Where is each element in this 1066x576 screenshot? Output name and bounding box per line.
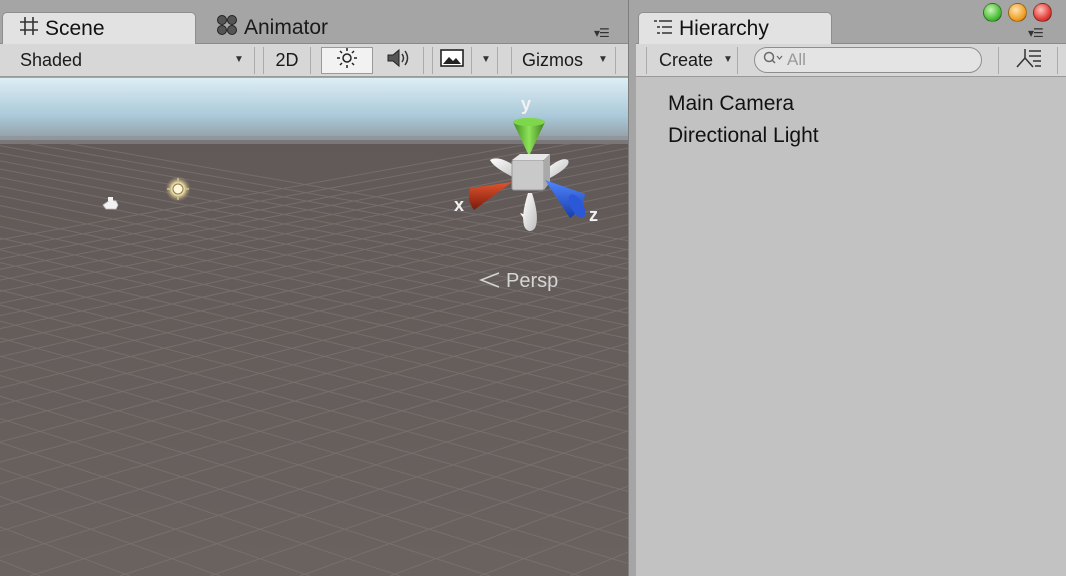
gizmos-label: Gizmos (522, 50, 584, 70)
tab-animator-label: Animator (244, 16, 329, 39)
hierarchy-toolbar: Create ▼ (636, 44, 1066, 77)
hierarchy-panel: Hierarchy ▾☰ Create ▼ Main Camera Direct… (636, 0, 1066, 576)
hierarchy-filter-icon (1013, 46, 1043, 75)
mode-2d-button[interactable]: 2D (263, 47, 311, 74)
panel-menu-icon[interactable]: ▾☰ (594, 26, 610, 40)
scene-tabbar: Scene Animator ▾☰ (0, 0, 628, 44)
scene-lighting-toggle[interactable] (321, 47, 373, 74)
sun-icon (336, 47, 358, 74)
zoom-window-button[interactable] (983, 3, 1002, 22)
hierarchy-tabbar: Hierarchy ▾☰ (636, 0, 1066, 44)
mode-2d-label: 2D (275, 50, 299, 70)
chevron-down-icon: ▼ (723, 54, 733, 65)
search-field[interactable] (754, 47, 982, 73)
list-icon (653, 17, 673, 41)
hierarchy-item-main-camera[interactable]: Main Camera (668, 90, 819, 122)
hierarchy-list: Main Camera Directional Light (668, 90, 819, 154)
image-icon (440, 48, 464, 73)
scene-filter-button[interactable] (998, 47, 1058, 74)
axis-x-label: x (454, 195, 464, 215)
grid-icon (19, 16, 39, 42)
close-window-button[interactable] (1033, 3, 1052, 22)
gizmos-dropdown[interactable]: Gizmos ▼ (511, 47, 616, 74)
scene-toolbar: Shaded ▼ 2D ▼ Gizmos ▼ (0, 44, 628, 77)
minimize-window-button[interactable] (1008, 3, 1027, 22)
projection-label: Persp (506, 270, 558, 292)
panel-splitter[interactable] (628, 0, 636, 576)
animator-icon (216, 14, 238, 42)
tab-hierarchy-label: Hierarchy (679, 16, 769, 40)
speaker-icon (386, 47, 412, 74)
search-icon (763, 50, 783, 70)
chevron-down-icon: ▼ (234, 54, 244, 65)
search-input[interactable] (787, 50, 967, 70)
tab-animator[interactable]: Animator (212, 12, 392, 44)
scene-effects-toggle[interactable] (432, 47, 472, 74)
tab-scene-label: Scene (45, 16, 105, 40)
chevron-down-icon: ▼ (598, 54, 608, 65)
axis-y-label: y (521, 94, 531, 114)
tab-hierarchy[interactable]: Hierarchy (638, 12, 832, 44)
hierarchy-item-directional-light[interactable]: Directional Light (668, 122, 819, 154)
scene-panel: Scene Animator ▾☰ Shaded ▼ 2D ▼ Gizmos ▼… (0, 0, 628, 576)
effects-dropdown[interactable]: ▼ (473, 47, 498, 74)
scene-viewport[interactable]: y x z Persp (0, 78, 628, 576)
create-dropdown[interactable]: Create ▼ (646, 47, 738, 74)
tab-scene[interactable]: Scene (2, 12, 196, 44)
shading-mode-dropdown[interactable]: Shaded ▼ (0, 47, 255, 74)
directional-light-gizmo[interactable] (165, 176, 191, 202)
panel-menu-icon[interactable]: ▾☰ (1028, 26, 1044, 40)
scene-audio-toggle[interactable] (374, 47, 424, 74)
axis-z-label: z (589, 205, 598, 225)
shading-mode-label: Shaded (20, 50, 83, 70)
chevron-down-icon: ▼ (481, 54, 491, 65)
create-label: Create (659, 50, 714, 70)
